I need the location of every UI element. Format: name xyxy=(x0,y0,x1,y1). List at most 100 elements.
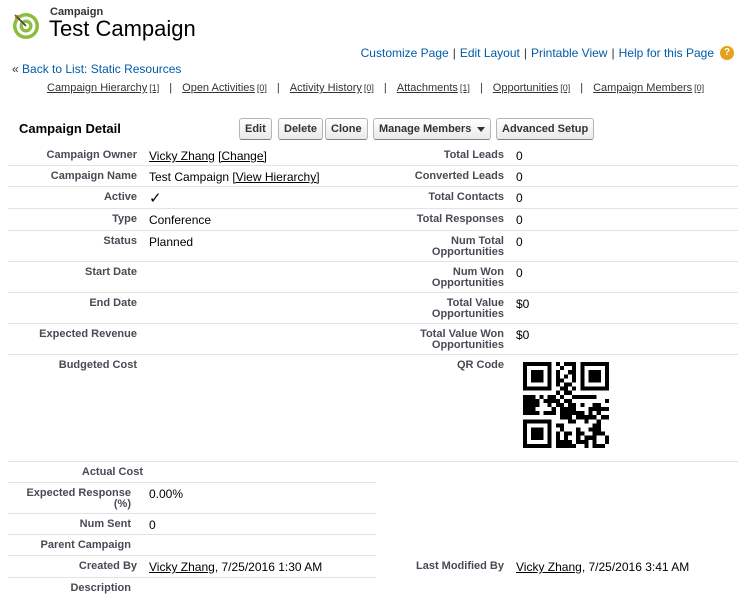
field-label-num-won-opportunities: Num Won Opportunities xyxy=(431,266,504,289)
detail-row: Start Date Num Won Opportunities 0 xyxy=(8,262,738,293)
detail-row: Num Sent 0 xyxy=(8,514,376,535)
field-label-status: Status xyxy=(103,235,137,247)
field-label-num-sent: Num Sent xyxy=(79,518,131,530)
edit-layout-link[interactable]: Edit Layout xyxy=(460,46,520,60)
field-value-campaign-owner: Vicky Zhang [Change] xyxy=(149,149,267,163)
separator: | xyxy=(611,46,615,60)
detail-row: Active ✓ Total Contacts 0 xyxy=(8,187,738,209)
field-label-total-value-won-opportunities: Total Value Won Opportunities xyxy=(420,328,504,351)
field-label-start-date: Start Date xyxy=(85,266,137,278)
page-header: Campaign Test Campaign xyxy=(0,0,738,50)
field-value-converted-leads: 0 xyxy=(516,170,523,184)
field-value-total-value-opportunities: $0 xyxy=(516,297,530,311)
view-hierarchy-link[interactable]: [View Hierarchy] xyxy=(232,170,319,184)
back-to-list: « Back to List: Static Resources xyxy=(12,62,181,76)
help-icon[interactable]: ? xyxy=(720,46,734,60)
delete-button[interactable]: Delete xyxy=(278,118,324,140)
related-count: [0] xyxy=(363,83,374,93)
detail-row: Type Conference Total Responses 0 xyxy=(8,209,738,231)
field-value-num-won-opportunities: 0 xyxy=(516,266,523,280)
detail-row: Campaign Owner Vicky Zhang [Change] Tota… xyxy=(8,145,738,166)
advanced-setup-button[interactable]: Advanced Setup xyxy=(496,118,595,140)
field-label-converted-leads: Converted Leads xyxy=(414,170,504,182)
field-value-total-value-won-opportunities: $0 xyxy=(516,328,530,342)
field-label-parent-campaign: Parent Campaign xyxy=(40,539,131,551)
detail-row: Budgeted Cost QR Code xyxy=(8,355,738,462)
detail-row: Status Planned Num Total Opportunities 0 xyxy=(8,231,738,262)
field-value-expected-response: 0.00% xyxy=(149,487,184,501)
field-value-last-modified-by: Vicky Zhang, 7/25/2016 3:41 AM xyxy=(516,560,689,574)
field-label-num-total-opportunities: Num Total Opportunities xyxy=(431,235,504,258)
field-label-expected-response: Expected Response (%) xyxy=(26,487,131,510)
related-link-open-activities[interactable]: Open Activities xyxy=(182,82,255,94)
detail-row: Expected Response (%) 0.00% xyxy=(8,483,376,514)
related-link-attachments[interactable]: Attachments xyxy=(397,82,458,94)
field-label-qr-code: QR Code xyxy=(456,359,504,371)
field-label-total-leads: Total Leads xyxy=(443,149,504,161)
field-label-campaign-name: Campaign Name xyxy=(50,170,137,182)
field-label-campaign-owner: Campaign Owner xyxy=(46,149,137,161)
manage-members-label: Manage Members xyxy=(379,123,472,135)
modified-by-user-link[interactable]: Vicky Zhang xyxy=(516,560,582,574)
field-value-type: Conference xyxy=(149,213,212,227)
section-title: Campaign Detail xyxy=(19,121,121,136)
detail-row: Campaign Name Test Campaign [View Hierar… xyxy=(8,166,738,187)
separator: | xyxy=(383,82,387,94)
separator: | xyxy=(452,46,456,60)
field-value-campaign-name: Test Campaign [View Hierarchy] xyxy=(149,170,320,184)
chevron-down-icon xyxy=(477,126,486,132)
field-label-last-modified-by: Last Modified By xyxy=(415,560,504,572)
checkmark-icon: ✓ xyxy=(149,190,162,207)
related-link-opportunities[interactable]: Opportunities xyxy=(493,82,558,94)
owner-link[interactable]: Vicky Zhang xyxy=(149,149,215,163)
detail-section-header: Campaign Detail Edit Delete Clone Manage… xyxy=(0,117,738,143)
related-count: [0] xyxy=(560,83,571,93)
separator: | xyxy=(169,82,173,94)
detail-row: Actual Cost xyxy=(8,462,376,483)
related-link-campaign-members[interactable]: Campaign Members xyxy=(593,82,692,94)
modified-date: , 7/25/2016 3:41 AM xyxy=(581,560,690,574)
page-links: Customize Page | Edit Layout | Printable… xyxy=(361,46,734,60)
field-label-active: Active xyxy=(103,191,137,203)
detail-row: Description xyxy=(8,578,376,599)
field-label-type: Type xyxy=(112,213,137,225)
field-value-num-total-opportunities: 0 xyxy=(516,235,523,249)
field-value-status: Planned xyxy=(149,235,194,249)
field-label-end-date: End Date xyxy=(89,297,137,309)
related-list-links: Campaign Hierarchy [1] | Open Activities… xyxy=(47,82,704,94)
field-label-total-value-opportunities: Total Value Opportunities xyxy=(431,297,504,320)
related-link-campaign-hierarchy[interactable]: Campaign Hierarchy xyxy=(47,82,147,94)
field-label-total-contacts: Total Contacts xyxy=(428,191,504,203)
created-row-divider xyxy=(8,556,376,578)
clone-button[interactable]: Clone xyxy=(325,118,368,140)
back-arrow-icon: « xyxy=(12,62,19,76)
field-label-expected-revenue: Expected Revenue xyxy=(39,328,137,340)
field-value-num-sent: 0 xyxy=(149,518,156,532)
field-label-total-responses: Total Responses xyxy=(416,213,504,225)
edit-button[interactable]: Edit xyxy=(239,118,272,140)
separator: | xyxy=(479,82,483,94)
field-label-description: Description xyxy=(70,582,131,594)
target-icon xyxy=(13,13,39,39)
separator: | xyxy=(580,82,584,94)
manage-members-button[interactable]: Manage Members xyxy=(373,118,492,140)
customize-page-link[interactable]: Customize Page xyxy=(361,46,449,60)
detail-row: Parent Campaign xyxy=(8,535,376,556)
field-label-actual-cost: Actual Cost xyxy=(81,466,143,478)
campaign-name-text: Test Campaign xyxy=(149,170,230,184)
separator: | xyxy=(276,82,280,94)
related-count: [0] xyxy=(694,83,705,93)
related-count: [1] xyxy=(149,83,160,93)
related-link-activity-history[interactable]: Activity History xyxy=(290,82,362,94)
help-link[interactable]: Help for this Page xyxy=(619,46,714,60)
field-value-total-responses: 0 xyxy=(516,213,523,227)
qr-code-image xyxy=(523,362,609,448)
printable-view-link[interactable]: Printable View xyxy=(531,46,608,60)
page-title: Test Campaign xyxy=(49,16,196,41)
related-count: [0] xyxy=(256,83,267,93)
related-count: [1] xyxy=(459,83,470,93)
field-value-total-contacts: 0 xyxy=(516,191,523,205)
change-owner-link[interactable]: [Change] xyxy=(218,149,267,163)
back-to-list-link[interactable]: Back to List: Static Resources xyxy=(22,62,181,76)
detail-row: End Date Total Value Opportunities $0 xyxy=(8,293,738,324)
